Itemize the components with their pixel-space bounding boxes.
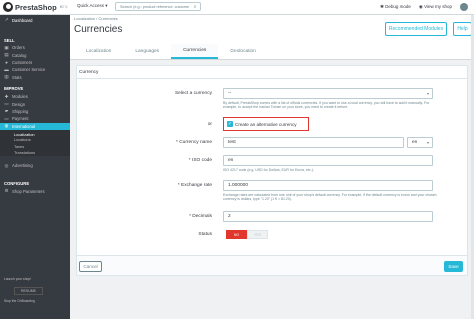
sidebar-item-dashboard[interactable]: ↗ Dashboard — [0, 15, 70, 25]
bar-chart-icon: ▥ — [4, 74, 9, 80]
puffin-logo-icon — [3, 2, 13, 12]
search-input[interactable]: Search (e.g.: product reference, custome… — [115, 2, 201, 11]
sidebar-heading-configure: CONFIGURE — [4, 181, 30, 187]
panel-title: Currency — [77, 66, 467, 79]
puzzle-icon: ✚ — [4, 93, 9, 99]
double-chevron-left-icon[interactable]: « — [60, 4, 63, 10]
sidebar-item-customers[interactable]: ● Customers — [0, 59, 70, 66]
sidebar-subitem-translations[interactable]: Translations — [0, 149, 70, 157]
decimals-input[interactable]: 2 — [223, 211, 433, 222]
trending-up-icon: ↗ — [4, 17, 9, 22]
sidebar-item-catalog[interactable]: ▤ Catalog — [0, 51, 70, 58]
sidebar-item-design[interactable]: ▭ Design — [0, 100, 70, 107]
or-label: or — [207, 122, 212, 127]
chat-icon: ▬ — [4, 67, 9, 73]
inbox-icon: ▣ — [4, 44, 9, 50]
onboarding-text: Launch your shop! — [4, 277, 32, 281]
status-no-option[interactable]: NO — [226, 230, 247, 239]
exchange-rate-input[interactable]: 1.000000 — [223, 180, 433, 191]
prestashop-logo[interactable]: PrestaShop 1.7.6 — [3, 2, 67, 12]
tab-currencies[interactable]: Currencies — [171, 44, 219, 59]
iso-code-label: * ISO code — [188, 158, 212, 163]
exchange-rate-label: * Exchange rate — [177, 183, 212, 188]
sidebar-item-shipping[interactable]: ▰ Shipping — [0, 108, 70, 115]
account-icon: ● — [5, 59, 8, 65]
search-icon[interactable]: ⌕ — [190, 3, 200, 10]
credit-card-icon: ▭ — [4, 115, 9, 121]
iso-code-input[interactable]: en — [223, 155, 433, 166]
onboarding-footer: Launch your shop! RESUME Stop the OnBoar… — [0, 277, 70, 303]
exchange-rate-help-text: Exchange rates are calculated from one u… — [223, 193, 437, 202]
chevron-down-icon: ▾ — [426, 140, 429, 145]
page-header: Localization / Currencies Currencies Rec… — [70, 15, 474, 60]
sidebar-item-modules[interactable]: ✚ Modules — [0, 93, 70, 100]
sidebar-item-payment[interactable]: ▭ Payment — [0, 115, 70, 122]
chevron-down-icon: ▾ — [426, 91, 429, 96]
status-yes-option[interactable]: YES — [247, 230, 268, 239]
sidebar-item-advertising[interactable]: ◎ Advertising — [0, 162, 70, 169]
currency-name-label: * Currency name — [176, 140, 212, 145]
tab-bar: Localization Languages Currencies Geoloc… — [74, 44, 268, 59]
view-shop-link[interactable]: ◉ View my shop — [419, 4, 452, 10]
currency-name-input[interactable]: test — [223, 137, 404, 148]
select-help-text: By default, PrestaShop comes with a list… — [223, 101, 430, 110]
debug-mode-link[interactable]: ✱ Debug mode — [380, 4, 411, 10]
search-placeholder: Search (e.g.: product reference, custome — [120, 4, 190, 9]
cancel-button[interactable]: Cancel — [79, 261, 102, 272]
stop-onboarding-link[interactable]: Stop the OnBoarding — [4, 299, 70, 303]
sidebar-heading-improve: IMPROVE — [4, 86, 24, 92]
select-currency-label: Select a currency — [174, 91, 212, 96]
truck-icon: ▰ — [4, 108, 9, 114]
sidebar-item-customer-service[interactable]: ▬ Customer Service — [0, 66, 70, 73]
desktop-icon: ▭ — [4, 101, 9, 107]
sidebar-item-international[interactable]: ◍ International — [0, 122, 70, 130]
checkmark-icon: ✓ — [227, 121, 233, 127]
currency-form-panel: Currency Select a currency -- ▾ By defau… — [76, 65, 468, 276]
status-label: Status — [198, 232, 212, 237]
compass-icon: ◎ — [4, 162, 9, 168]
breadcrumb[interactable]: Localization / Currencies — [74, 16, 118, 21]
tab-geolocation[interactable]: Geolocation — [218, 44, 268, 59]
sidebar-subitem-taxes[interactable]: Taxes — [0, 143, 70, 150]
globe-icon: ◍ — [4, 123, 9, 129]
sidebar: ↗ Dashboard SELL ▣ Orders ▤ Catalog ● Custo… — [0, 15, 70, 319]
sidebar-subitem-locations[interactable]: Locations — [0, 136, 70, 144]
avatar[interactable] — [460, 3, 468, 11]
page-title: Currencies — [74, 24, 123, 35]
sidebar-item-orders[interactable]: ▣ Orders — [0, 44, 70, 51]
iso-help-text: ISO 4217 code (e.g. USD for Dollars, EUR… — [223, 168, 314, 172]
alternative-currency-checkbox[interactable]: ✓ Create an alternative currency — [223, 117, 309, 131]
top-right-tools: ✱ Debug mode ◉ View my shop — [380, 3, 468, 11]
decimals-label: * Decimals — [189, 214, 212, 219]
logo-text: PrestaShop — [15, 2, 57, 12]
sidebar-subitem-localization[interactable]: Localization — [0, 129, 70, 137]
recommended-modules-button[interactable]: Recommended Modules — [385, 22, 447, 36]
store-icon: ▤ — [4, 52, 9, 58]
panel-footer: Cancel Save — [77, 255, 467, 275]
currency-select[interactable]: -- ▾ — [223, 88, 433, 99]
save-button[interactable]: Save — [444, 261, 463, 272]
settings-icon: ⚙ — [4, 188, 9, 194]
status-switch[interactable]: NO YES — [226, 230, 268, 239]
sidebar-heading-sell: SELL — [4, 37, 15, 43]
quick-access-menu[interactable]: Quick Access ▾ — [77, 3, 108, 9]
language-select[interactable]: en ▾ — [407, 137, 433, 148]
sidebar-item-shop-parameters[interactable]: ⚙ Shop Parameters — [0, 188, 70, 195]
tab-languages[interactable]: Languages — [123, 44, 171, 59]
sidebar-item-stats[interactable]: ▥ Stats — [0, 74, 70, 81]
top-bar: PrestaShop 1.7.6 « Quick Access ▾ Search… — [0, 0, 474, 15]
resume-button[interactable]: RESUME — [14, 287, 43, 295]
tab-localization[interactable]: Localization — [74, 44, 123, 59]
help-button[interactable]: Help — [453, 22, 472, 36]
